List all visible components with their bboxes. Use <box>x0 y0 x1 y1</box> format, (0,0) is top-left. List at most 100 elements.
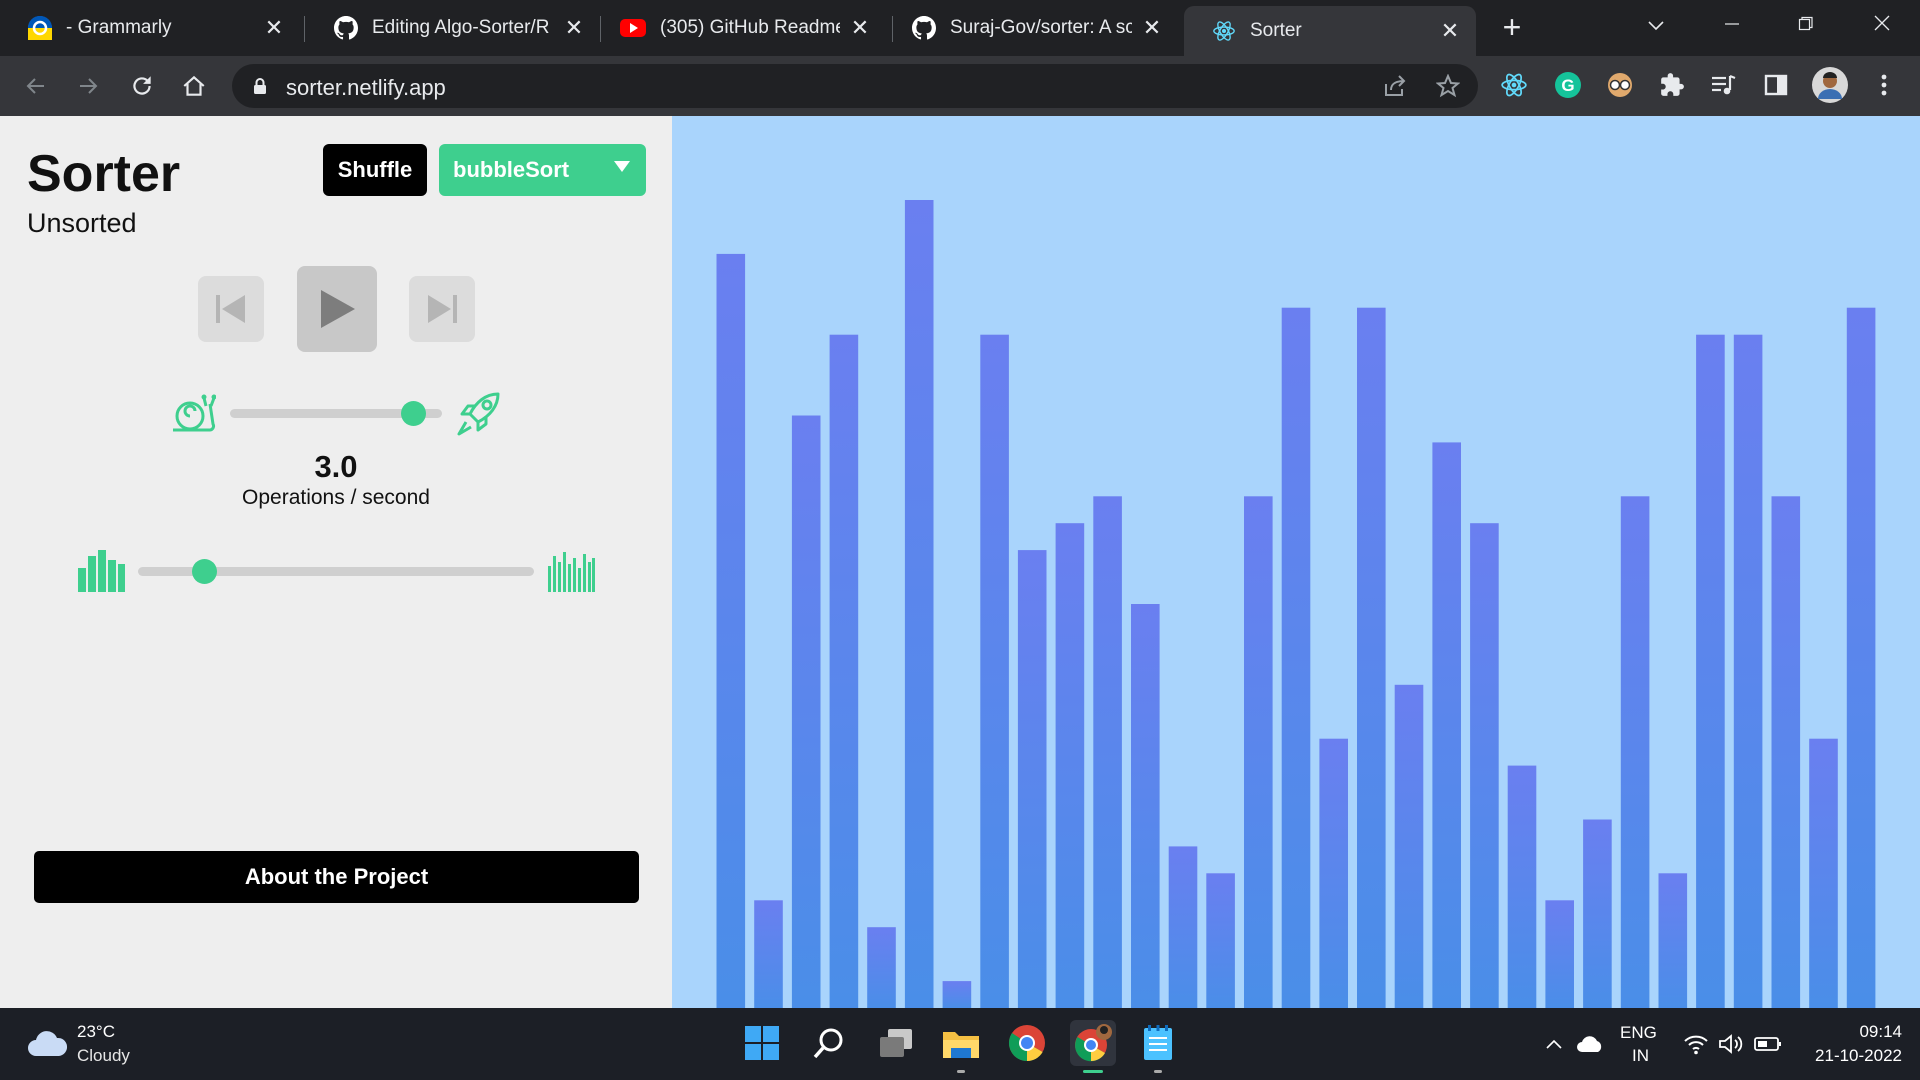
speed-unit-label: Operations / second <box>242 486 430 509</box>
close-tab-icon[interactable]: ✕ <box>1140 15 1164 40</box>
tab-search-chevron-icon[interactable] <box>1632 8 1680 44</box>
react-icon <box>1212 19 1236 43</box>
shuffle-button[interactable]: Shuffle <box>323 144 427 196</box>
skip-forward-icon <box>428 295 457 323</box>
array-bar <box>1394 684 1424 1008</box>
dropdown-caret-icon <box>614 161 630 172</box>
browser-tab-youtube[interactable]: (305) GitHub Readme ✕ <box>592 6 886 50</box>
notepad-icon[interactable] <box>1135 1020 1181 1073</box>
browser-toolbar: sorter.netlify.app G <box>0 56 1920 116</box>
bookmark-star-icon[interactable] <box>1435 73 1461 103</box>
many-bars-icon <box>547 550 595 597</box>
chrome-profile-icon[interactable] <box>1070 1020 1116 1073</box>
glasses-extension-icon[interactable] <box>1604 69 1636 101</box>
array-bars <box>716 200 1876 1008</box>
close-tab-icon[interactable]: ✕ <box>1438 18 1462 43</box>
array-size-slider-thumb[interactable] <box>192 559 217 584</box>
reload-icon[interactable] <box>124 68 160 104</box>
windows-taskbar: 23°C Cloudy ENG IN 09:14 21-10-2022 <box>0 1008 1920 1080</box>
back-arrow-icon[interactable] <box>18 68 54 104</box>
share-icon[interactable] <box>1382 74 1408 103</box>
browser-tab-suraj-gov-sorter[interactable]: Suraj-Gov/sorter: A sc ✕ <box>884 6 1178 50</box>
restore-window-icon[interactable] <box>1782 8 1830 44</box>
algorithm-select[interactable]: bubbleSort <box>439 144 646 196</box>
about-project-button[interactable]: About the Project <box>34 851 639 903</box>
forward-arrow-icon[interactable] <box>70 68 106 104</box>
close-tab-icon[interactable]: ✕ <box>562 15 586 40</box>
array-bar <box>942 981 972 1008</box>
home-icon[interactable] <box>176 68 212 104</box>
lock-icon <box>252 77 268 100</box>
array-bar <box>1281 307 1311 1008</box>
array-bar <box>1809 738 1838 1008</box>
wifi-icon[interactable] <box>1682 1030 1710 1058</box>
array-bar <box>1696 334 1725 1008</box>
address-bar[interactable]: sorter.netlify.app <box>232 64 1478 108</box>
sort-status: Unsorted <box>27 208 137 238</box>
play-button[interactable] <box>297 266 377 352</box>
tab-title: - Grammarly <box>66 17 172 38</box>
array-bar <box>1168 846 1198 1008</box>
puzzle-extensions-icon[interactable] <box>1656 69 1688 101</box>
grammarly-extension-icon[interactable]: G <box>1552 69 1584 101</box>
react-devtools-icon[interactable] <box>1498 69 1530 101</box>
side-panel-icon[interactable] <box>1760 69 1792 101</box>
array-bar <box>1357 307 1386 1008</box>
array-bar <box>1093 496 1122 1008</box>
chrome-menu-icon[interactable] <box>1868 69 1900 101</box>
battery-icon[interactable] <box>1754 1030 1782 1058</box>
browser-tab-editing-algo-sorter[interactable]: Editing Algo-Sorter/R ✕ <box>306 6 600 50</box>
windows-start-icon[interactable] <box>739 1020 785 1066</box>
tab-title: Suraj-Gov/sorter: A sc <box>950 17 1132 38</box>
task-view-icon[interactable] <box>873 1020 919 1066</box>
speed-slider-thumb[interactable] <box>401 401 426 426</box>
file-explorer-icon[interactable] <box>938 1020 984 1073</box>
array-bar <box>904 200 934 1008</box>
profile-avatar[interactable] <box>1812 67 1848 103</box>
tab-title: Editing Algo-Sorter/R <box>372 17 550 38</box>
speed-value: 3.0 <box>314 449 358 484</box>
array-bar <box>1206 873 1235 1008</box>
browser-tab-sorter[interactable]: Sorter ✕ <box>1184 6 1476 56</box>
array-bar <box>1545 900 1574 1008</box>
array-bar <box>716 253 746 1008</box>
clock-date[interactable]: 21-10-2022 <box>1796 1046 1902 1066</box>
volume-icon[interactable] <box>1718 1030 1746 1058</box>
few-bars-icon <box>77 550 125 597</box>
array-bar <box>1432 442 1461 1008</box>
cloud-weather-icon[interactable] <box>26 1030 68 1063</box>
array-bar <box>1507 765 1537 1008</box>
close-window-icon[interactable] <box>1858 8 1906 44</box>
github-icon <box>334 16 358 40</box>
step-back-button[interactable] <box>198 276 264 342</box>
tab-title: Sorter <box>1250 20 1302 41</box>
browser-tab-grammarly[interactable]: - Grammarly ✕ <box>0 6 300 50</box>
array-bar <box>754 900 783 1008</box>
play-icon <box>321 290 355 328</box>
web-page: Sorter Unsorted Shuffle bubbleSort 3.0 O… <box>0 116 1920 1008</box>
array-visualizer <box>672 116 1920 1008</box>
onedrive-cloud-icon[interactable] <box>1576 1030 1604 1058</box>
algorithm-selected-value: bubbleSort <box>453 157 570 182</box>
array-bar <box>980 334 1009 1008</box>
input-language[interactable]: ENG <box>1620 1023 1657 1043</box>
clock-time[interactable]: 09:14 <box>1832 1022 1902 1042</box>
media-queue-icon[interactable] <box>1708 69 1740 101</box>
array-bar <box>1319 738 1348 1008</box>
search-icon[interactable] <box>806 1020 852 1066</box>
minimize-window-icon[interactable] <box>1708 8 1756 44</box>
input-region[interactable]: IN <box>1632 1046 1649 1066</box>
new-tab-button[interactable]: + <box>1496 11 1528 44</box>
array-bar <box>1131 604 1160 1008</box>
array-bar <box>1055 523 1085 1008</box>
chrome-icon[interactable] <box>1004 1020 1050 1066</box>
close-tab-icon[interactable]: ✕ <box>262 15 286 40</box>
step-forward-button[interactable] <box>409 276 475 342</box>
snail-icon <box>170 390 217 441</box>
array-bar <box>829 334 859 1008</box>
weather-condition: Cloudy <box>77 1046 130 1065</box>
weather-temperature: 23°C <box>77 1022 115 1041</box>
close-tab-icon[interactable]: ✕ <box>848 15 872 40</box>
skip-back-icon <box>216 295 245 323</box>
show-hidden-icons-chevron-icon[interactable] <box>1540 1030 1568 1058</box>
